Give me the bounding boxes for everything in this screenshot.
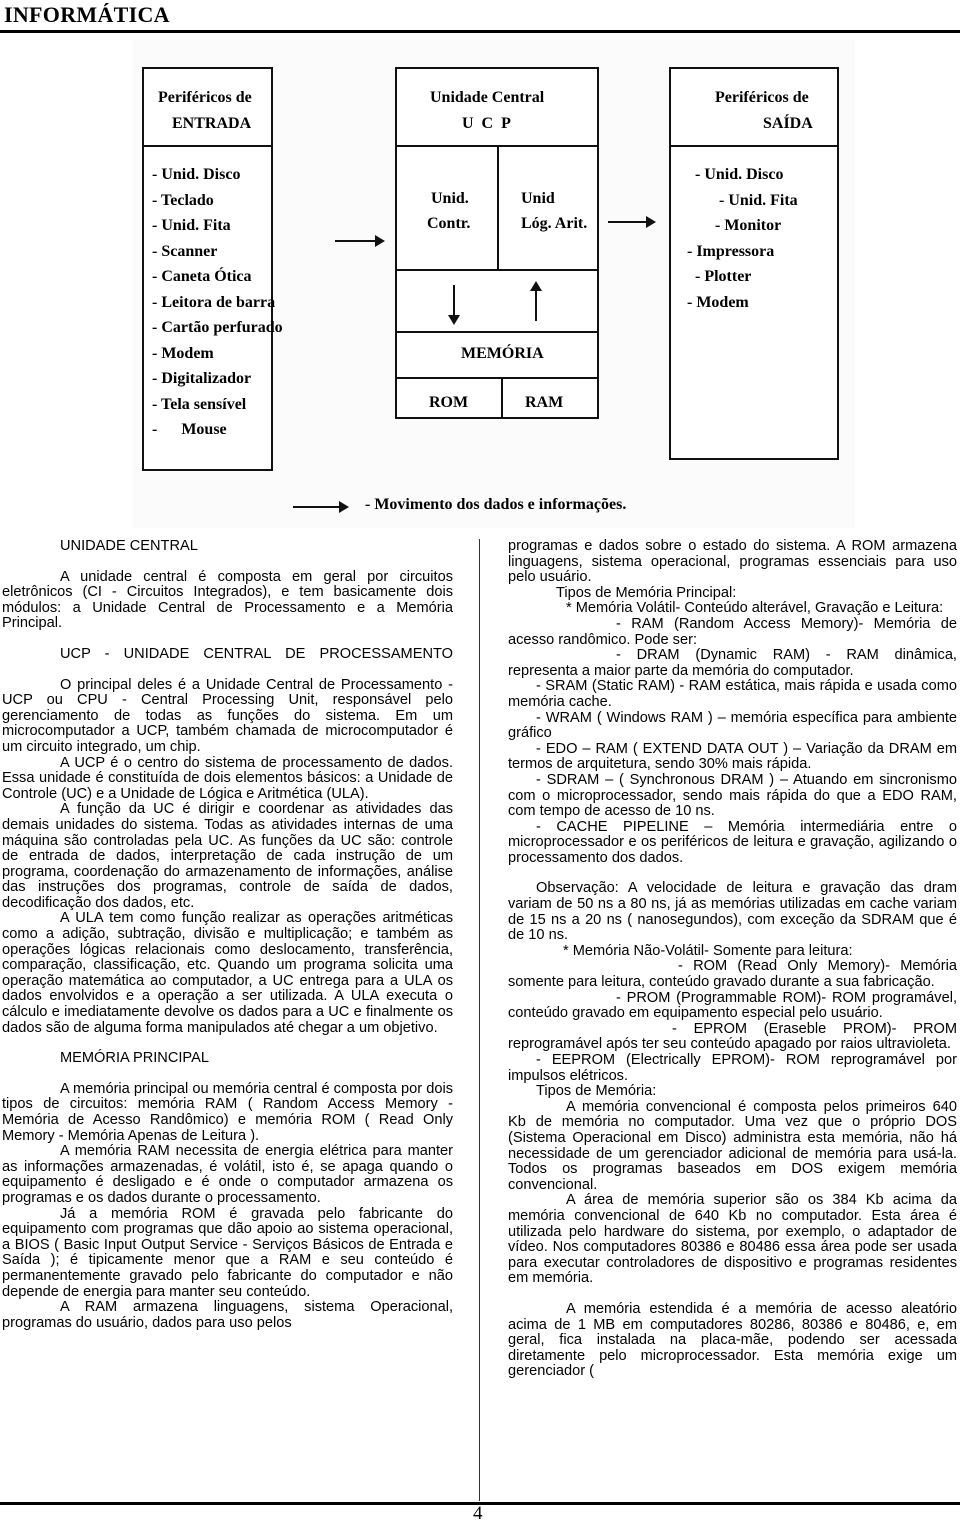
column-divider	[479, 539, 480, 1501]
paragraph: - WRAM ( Windows RAM ) – memória específ…	[508, 709, 957, 742]
input-item: - Mouse	[152, 421, 227, 438]
paragraph: - RAM (Random Access Memory)- Memória de…	[508, 615, 957, 648]
input-item: - Unid. Disco	[152, 166, 241, 183]
section-heading-unidade-central: UNIDADE CENTRAL	[60, 538, 198, 554]
paragraph: A memória convencional é composta pelos …	[508, 1098, 957, 1193]
output-peripherals-box: Periféricos de SAÍDA - Unid. Disco - Uni…	[669, 67, 839, 460]
section-heading-ucp: UCP - UNIDADE CENTRAL DE PROCESSAMENTO	[60, 645, 453, 662]
section-heading-memoria-principal: MEMÓRIA PRINCIPAL	[60, 1050, 209, 1067]
diagram-legend: - Movimento dos dados e informações.	[365, 496, 627, 513]
ram-label: RAM	[525, 394, 564, 411]
right-column: programas e dados sobre o estado do sist…	[508, 538, 957, 1380]
paragraph: A memória estendida é a memória de acess…	[508, 1300, 957, 1380]
output-box-title-1: Periféricos de	[715, 89, 809, 106]
paragraph: * Memória Não-Volátil- Somente para leit…	[563, 942, 853, 959]
paragraph: A memória principal ou memória central é…	[2, 1080, 453, 1144]
input-box-title-2: ENTRADA	[172, 115, 252, 132]
central-box-title-2: U C P	[462, 115, 511, 132]
legend-arrow-icon	[293, 501, 349, 513]
output-box-title-2: SAÍDA	[763, 115, 813, 132]
output-item: - Modem	[687, 294, 749, 311]
paragraph: A ULA tem como função realizar as operaç…	[2, 910, 453, 1036]
output-item: - Unid. Fita	[719, 192, 798, 209]
input-item: - Leitora de barra	[152, 294, 276, 311]
memory-section-divider-top	[397, 269, 597, 271]
paragraph: A RAM armazena linguagens, sistema Opera…	[2, 1299, 453, 1331]
paragraph: Tipos de Memória:	[536, 1083, 657, 1100]
central-box-title-1: Unidade Central	[430, 89, 545, 106]
paragraph: - ROM (Read Only Memory)- Memória soment…	[508, 958, 957, 991]
input-item: - Modem	[152, 345, 214, 362]
paragraph: Observação: A velocidade de leitura e gr…	[508, 880, 957, 944]
control-alu-divider	[497, 145, 499, 269]
paragraph: * Memória Volátil- Conteúdo alterável, G…	[566, 600, 944, 617]
central-unit-box: Unidade Central U C P Unid. Contr. Unid …	[395, 67, 599, 419]
input-box-header: Periféricos de ENTRADA	[144, 69, 271, 147]
rom-ram-divider	[501, 377, 503, 417]
rom-ram-divider-top	[397, 377, 597, 379]
paragraph: programas e dados sobre o estado do sist…	[508, 538, 957, 586]
paragraph: A memória RAM necessita de energia elétr…	[2, 1143, 453, 1206]
paragraph: - SDRAM – ( Synchronous DRAM ) – Atuando…	[508, 771, 957, 820]
input-item: - Tela sensível	[152, 396, 247, 413]
input-item: - Scanner	[152, 243, 218, 260]
arrow-cpu-to-output-icon	[608, 216, 656, 228]
central-box-header: Unidade Central U C P	[397, 69, 597, 147]
paragraph: - CACHE PIPELINE – Memória intermediária…	[508, 818, 957, 866]
input-peripherals-box: Periféricos de ENTRADA - Unid. Disco - T…	[142, 67, 283, 471]
page-header-title: INFORMÁTICA	[4, 2, 170, 27]
memory-label: MEMÓRIA	[461, 345, 544, 362]
paragraph: A unidade central é composta em geral po…	[2, 568, 453, 632]
input-box-title-1: Periféricos de	[158, 89, 252, 106]
paragraph: - EEPROM (Electrically EPROM)- ROM repro…	[508, 1052, 957, 1084]
input-item: - Caneta Ótica	[152, 268, 252, 285]
paragraph: - EDO – RAM ( EXTEND DATA OUT ) – Variaç…	[508, 740, 957, 773]
alu-label-2: Lóg. Arit.	[521, 215, 588, 232]
arrow-up-icon	[530, 281, 542, 321]
input-item: - Cartão perfurado	[152, 319, 283, 336]
output-item: - Monitor	[715, 217, 782, 234]
paragraph: A função da UC é dirigir e coordenar as …	[2, 801, 453, 911]
paragraph: A área de memória superior são os 384 Kb…	[508, 1192, 957, 1287]
paragraph: O principal deles é a Unidade Central de…	[2, 676, 453, 755]
memory-section-divider	[397, 331, 597, 333]
paragraph: A UCP é o centro do sistema de processam…	[2, 754, 453, 802]
output-box-header: Periféricos de SAÍDA	[671, 69, 837, 147]
input-item: - Unid. Fita	[152, 217, 231, 234]
control-unit-label-1: Unid.	[431, 190, 469, 207]
header-rule	[0, 30, 960, 33]
output-item: - Unid. Disco	[695, 166, 784, 183]
paragraph: Tipos de Memória Principal:	[556, 584, 737, 601]
paragraph: - EPROM (Eraseble PROM)- PROM reprogramá…	[508, 1020, 957, 1053]
input-item: - Teclado	[152, 192, 214, 209]
arrow-input-to-cpu-icon	[335, 235, 385, 247]
alu-label-1: Unid	[521, 190, 555, 207]
paragraph: - SRAM (Static RAM) - RAM estática, mais…	[508, 678, 957, 710]
paragraph: - PROM (Programmable ROM)- ROM programáv…	[508, 989, 957, 1022]
output-item: - Impressora	[687, 243, 775, 260]
computer-architecture-diagram: Periféricos de ENTRADA - Unid. Disco - T…	[133, 40, 855, 528]
rom-label: ROM	[429, 394, 469, 411]
output-item: - Plotter	[695, 268, 752, 285]
paragraph: Já a memória ROM é gravada pelo fabrican…	[2, 1205, 453, 1300]
left-column: UNIDADE CENTRAL A unidade central é comp…	[2, 538, 453, 1331]
control-unit-label-2: Contr.	[427, 215, 471, 232]
page-number: 4	[473, 1503, 483, 1524]
arrow-down-icon	[448, 285, 460, 325]
input-item: - Digitalizador	[152, 370, 252, 387]
paragraph: - DRAM (Dynamic RAM) - RAM dinâmica, rep…	[508, 647, 957, 679]
